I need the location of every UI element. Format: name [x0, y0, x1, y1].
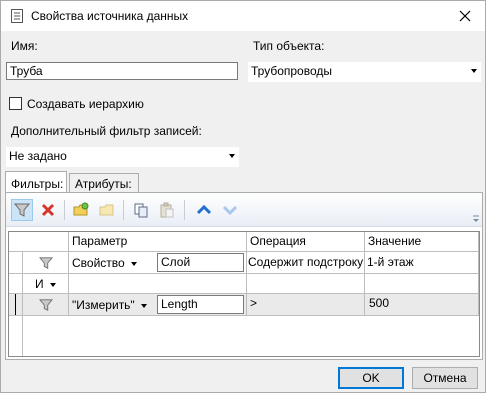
copy-button[interactable]: [130, 199, 152, 221]
copy-icon: [134, 203, 148, 218]
filter-icon: [39, 257, 53, 269]
toolbar-grip-icon: [473, 215, 479, 222]
row-selector[interactable]: [9, 252, 23, 274]
name-label: Имя:: [11, 39, 38, 53]
column-header-operation[interactable]: Операция: [247, 232, 365, 252]
chevron-down-icon: [130, 261, 137, 266]
create-hierarchy-label: Создавать иерархию: [27, 97, 144, 111]
name-input[interactable]: Труба: [6, 62, 238, 80]
param-name-input[interactable]: Length: [157, 295, 244, 314]
logic-operator-value: И: [35, 277, 44, 291]
cancel-button[interactable]: Отмена: [412, 367, 478, 389]
param-type-select[interactable]: Свойство: [72, 256, 137, 270]
tab-attributes[interactable]: Атрибуты:: [69, 173, 139, 193]
column-header-parameter[interactable]: Параметр: [69, 232, 247, 252]
param-type-select[interactable]: "Измерить": [72, 298, 147, 312]
paste-button[interactable]: [156, 199, 178, 221]
add-folder-icon: [73, 202, 89, 216]
row-cursor-indicator: [15, 294, 16, 315]
chevron-down-icon: [471, 69, 477, 73]
logic-operator-select[interactable]: И: [23, 274, 69, 294]
document-icon: [11, 9, 23, 23]
chevron-down-icon: [229, 154, 235, 158]
paste-icon: [160, 202, 174, 218]
move-down-icon: [222, 205, 238, 216]
delete-button[interactable]: [37, 199, 59, 221]
title-bar: Свойства источника данных: [1, 1, 485, 31]
close-button[interactable]: [445, 1, 485, 31]
ok-button[interactable]: OK: [338, 367, 404, 389]
toolbar-separator: [64, 200, 65, 220]
row-selector[interactable]: [9, 274, 23, 294]
dialog-window: Свойства источника данных Имя: Труба Тип…: [0, 0, 486, 393]
move-down-button[interactable]: [219, 199, 241, 221]
object-type-value: Трубопроводы: [251, 64, 332, 78]
open-group-button[interactable]: [96, 199, 118, 221]
value-cell: [365, 274, 479, 294]
operation-cell[interactable]: >: [247, 294, 365, 316]
operation-cell[interactable]: Содержит подстроку: [247, 252, 365, 274]
param-type-value: Свойство: [72, 256, 125, 270]
move-up-button[interactable]: [193, 199, 215, 221]
move-up-icon: [196, 204, 212, 215]
window-title: Свойства источника данных: [31, 9, 189, 23]
table-row-icon-cell: [23, 252, 69, 274]
table-row-icon-cell: [23, 294, 69, 316]
table-row-parameter: Свойство Слой: [69, 252, 247, 274]
filter-icon: [39, 299, 53, 311]
filters-toolbar: [6, 193, 482, 227]
value-cell[interactable]: 1-й этаж: [365, 252, 479, 274]
param-type-value: "Измерить": [72, 298, 135, 312]
chevron-down-icon: [49, 282, 56, 287]
filter-icon: [14, 203, 30, 217]
add-group-button[interactable]: [70, 199, 92, 221]
extra-filter-value: Не задано: [9, 149, 67, 163]
grid-column-divider: [22, 316, 23, 356]
object-type-label: Тип объекта:: [253, 39, 325, 53]
row-selector[interactable]: [9, 294, 23, 316]
param-name-input[interactable]: Слой: [157, 253, 244, 272]
object-type-select[interactable]: Трубопроводы: [248, 62, 481, 82]
toolbar-separator: [184, 200, 185, 220]
column-header-value[interactable]: Значение: [365, 232, 479, 252]
grid-header-corner: [9, 232, 69, 252]
tab-filters[interactable]: Фильтры:: [5, 171, 67, 192]
folder-icon: [99, 204, 114, 216]
create-hierarchy-checkbox[interactable]: [9, 97, 22, 110]
value-cell[interactable]: 500: [365, 294, 479, 316]
close-icon: [459, 10, 471, 22]
filters-panel: Параметр Операция Значение Свойство Слой…: [5, 192, 483, 360]
chevron-down-icon: [140, 303, 147, 308]
table-row-parameter: [69, 274, 247, 294]
filter-button[interactable]: [11, 199, 33, 221]
toolbar-separator: [123, 200, 124, 220]
filter-grid: Параметр Операция Значение Свойство Слой…: [8, 231, 480, 357]
delete-icon: [41, 203, 55, 217]
extra-filter-label: Дополнительный фильтр записей:: [11, 124, 202, 138]
table-row-parameter: "Измерить" Length: [69, 294, 247, 316]
extra-filter-select[interactable]: Не задано: [6, 147, 239, 167]
operation-cell: [247, 274, 365, 294]
